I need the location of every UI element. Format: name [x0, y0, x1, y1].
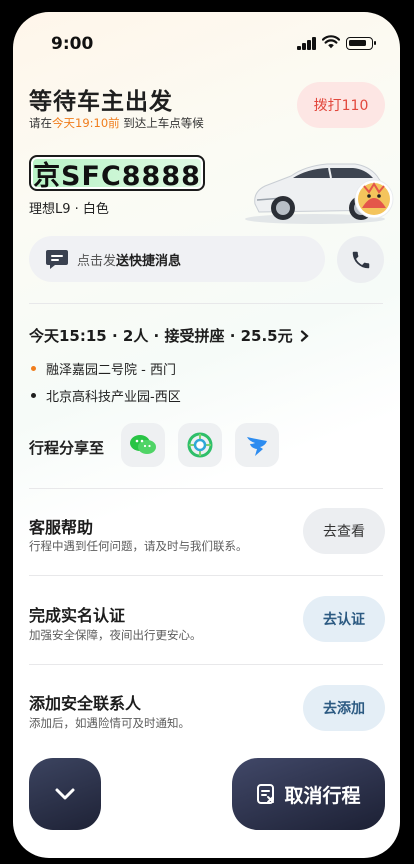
status-time: 9:00 — [51, 34, 94, 54]
end-dot — [31, 393, 36, 398]
real-name-verify-title: 完成实名认证 — [29, 606, 126, 625]
wechat-icon — [130, 435, 156, 454]
divider — [29, 488, 383, 489]
emergency-contact-desc: 添加后，如遇险情可及时通知。 — [29, 716, 190, 730]
status-bar: 9:00 — [13, 12, 400, 72]
start-dot — [31, 366, 36, 371]
app-screen: 9:00 等待车主出发 请在今天19:10前 到达上车点等候 拨打110 京SF… — [13, 12, 400, 858]
divider — [29, 575, 383, 576]
share-wechat-button[interactable] — [121, 423, 165, 467]
quick-message-bar[interactable]: 点击发送快捷消息 — [29, 236, 325, 282]
end-location: 北京高科技产业园-西区 — [46, 390, 181, 405]
dingtalk-icon — [247, 437, 267, 456]
phone-icon — [352, 251, 369, 268]
divider — [29, 664, 383, 665]
chat-bubble-icon — [46, 250, 68, 269]
customer-service-desc: 行程中遇到任何问题，请及时与我们联系。 — [29, 539, 248, 553]
cancel-trip-label: 取消行程 — [284, 784, 361, 807]
battery-icon — [346, 37, 376, 50]
chevron-down-icon — [55, 788, 75, 800]
route-end: 北京高科技产业园-西区 — [31, 386, 181, 405]
trip-summary-link[interactable]: 今天15:15 · 2人 · 接受拼座 · 25.5元 — [29, 325, 310, 346]
verify-button[interactable]: 去认证 — [303, 596, 385, 642]
wifi-icon — [322, 35, 340, 49]
collapse-button[interactable] — [29, 758, 101, 830]
divider — [29, 303, 383, 304]
call-driver-button[interactable] — [337, 236, 384, 283]
real-name-verify-desc: 加强安全保障，夜间出行更安心。 — [29, 628, 202, 642]
cellular-signal-icon — [297, 37, 317, 50]
emergency-contact-title: 添加安全联系人 — [29, 694, 142, 713]
share-label: 行程分享至 — [29, 439, 105, 457]
route-start: 融泽嘉园二号院 - 西门 — [31, 359, 176, 378]
license-plate: 京SFC8888 — [29, 155, 205, 192]
start-location: 融泽嘉园二号院 - 西门 — [46, 363, 176, 378]
car-model-color: 理想L9 · 白色 — [29, 202, 109, 217]
share-moments-button[interactable] — [178, 423, 222, 467]
add-contact-button[interactable]: 去添加 — [303, 685, 385, 731]
cancel-trip-button[interactable]: 取消行程 — [232, 758, 385, 830]
cancel-ticket-icon — [257, 784, 275, 804]
pickup-deadline-text: 请在今天19:10前 到达上车点等候 — [29, 116, 204, 130]
page-title: 等待车主出发 — [29, 89, 173, 115]
call-110-button[interactable]: 拨打110 — [297, 82, 385, 128]
share-dingtalk-button[interactable] — [235, 423, 279, 467]
view-customer-service-button[interactable]: 去查看 — [303, 508, 385, 554]
chevron-right-icon — [300, 330, 309, 342]
car-illustration — [245, 163, 394, 224]
moments-icon — [187, 432, 213, 458]
quick-message-label: 点击发送快捷消息 — [77, 253, 182, 269]
customer-service-title: 客服帮助 — [29, 518, 94, 537]
